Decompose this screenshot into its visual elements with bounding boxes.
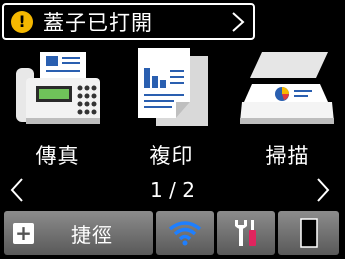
warning-icon: ! — [11, 10, 33, 33]
scanner-icon — [238, 46, 338, 128]
copy-tile[interactable]: 複印 — [114, 44, 229, 174]
wifi-button[interactable] — [156, 211, 214, 255]
plus-glyph: + — [15, 221, 32, 245]
scan-label: 掃描 — [265, 144, 310, 168]
wifi-icon — [168, 221, 202, 246]
chevron-right-icon — [232, 12, 245, 32]
shortcut-button[interactable]: + 捷徑 — [4, 211, 153, 255]
copy-label: 複印 — [149, 144, 194, 168]
ink-button[interactable] — [278, 211, 339, 255]
tools-icon — [235, 220, 256, 246]
bottom-bar: + 捷徑 — [0, 211, 345, 259]
fax-tile[interactable]: 傳真 — [0, 44, 115, 174]
alert-bar[interactable]: ! 蓋子已打開 — [2, 3, 255, 40]
chevron-right-icon[interactable] — [314, 176, 332, 204]
scan-tile[interactable]: 掃描 — [230, 44, 345, 174]
copy-documents-icon — [132, 46, 212, 128]
fax-machine-icon — [12, 46, 104, 128]
warning-glyph: ! — [18, 11, 26, 31]
fax-label: 傳真 — [35, 144, 80, 168]
alert-message: 蓋子已打開 — [43, 10, 153, 35]
plus-icon: + — [13, 221, 34, 245]
shortcut-label: 捷徑 — [71, 222, 113, 247]
lcd-screen: ! 蓋子已打開 傳真 複印 掃描 1 / 2 + 捷徑 — [0, 0, 345, 259]
page-indicator: 1 / 2 — [150, 178, 195, 202]
ink-cartridge-icon — [299, 218, 318, 248]
tools-button[interactable] — [217, 211, 275, 255]
